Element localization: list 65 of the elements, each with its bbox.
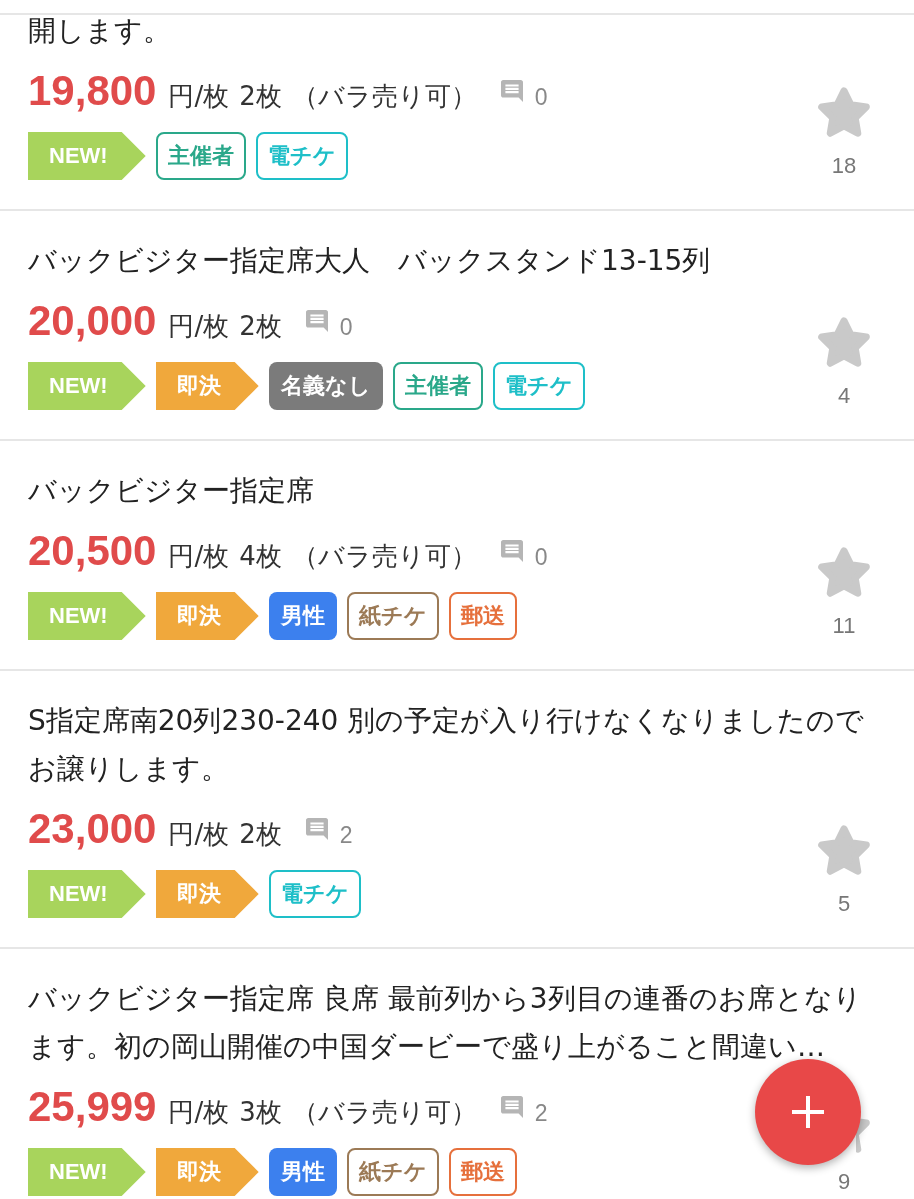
- favorite-count: 18: [831, 153, 857, 179]
- listing-tag: NEW!: [28, 592, 146, 640]
- listing-title: バックビジター指定席大人 バックスタンド13-15列: [28, 243, 711, 279]
- comment-icon: [500, 80, 523, 102]
- ticket-quantity: 2枚: [239, 818, 282, 851]
- listing-tag: NEW!: [28, 1148, 146, 1196]
- plus-icon: [792, 1096, 824, 1128]
- split-sale-note: （バラ売り可）: [291, 1096, 477, 1129]
- ticket-quantity: 2枚: [239, 310, 282, 343]
- favorite-count: 4: [837, 383, 851, 409]
- comment-count: 2: [339, 822, 353, 849]
- listing-tag: NEW!: [28, 870, 146, 918]
- ticket-quantity: 4枚: [239, 540, 282, 573]
- listing-title: 開します。: [28, 13, 171, 49]
- comment-icon: [305, 818, 328, 840]
- star-icon[interactable]: [818, 317, 870, 367]
- ticket-quantity: 3枚: [239, 1096, 282, 1129]
- listing-tag: 主催者: [155, 132, 246, 180]
- listing-tag: 紙チケ: [346, 1148, 439, 1196]
- price-unit: 円/枚: [168, 80, 230, 113]
- listing-tag: 男性: [268, 1148, 337, 1196]
- favorite-count: 5: [837, 891, 851, 917]
- comment-icon: [500, 1096, 523, 1118]
- ticket-price: 23,000: [28, 805, 157, 853]
- listing-title: S指定席南20列230-240 別の予定が入り行けなくなりましたので お譲りします。: [28, 703, 865, 787]
- ticket-price: 25,999: [28, 1083, 157, 1131]
- comment-icon: [500, 540, 523, 562]
- listing-tag: 主催者: [392, 362, 483, 410]
- listing-tag: 男性: [268, 592, 337, 640]
- comment-count: 0: [534, 84, 548, 111]
- listing-tag: 即決: [155, 1148, 259, 1196]
- listing-tag: 紙チケ: [346, 592, 439, 640]
- listing-title: バックビジター指定席 良席 最前列から3列目の連番のお席となり ます。初の岡山開催の中国ダービーで盛り上がること間違い…: [28, 981, 862, 1065]
- comment-count: 0: [339, 314, 353, 341]
- ticket-price: 20,000: [28, 297, 157, 345]
- split-sale-note: （バラ売り可）: [291, 540, 477, 573]
- price-unit: 円/枚: [168, 310, 230, 343]
- listing-tag: 即決: [155, 870, 259, 918]
- ticket-price: 19,800: [28, 67, 157, 115]
- favorite-count: 11: [832, 613, 856, 639]
- ticket-quantity: 2枚: [239, 80, 282, 113]
- add-button[interactable]: [755, 1059, 861, 1165]
- listing-tag: 電チケ: [268, 870, 361, 918]
- price-unit: 円/枚: [168, 540, 230, 573]
- listing-tag: 電チケ: [492, 362, 585, 410]
- star-icon[interactable]: [818, 825, 870, 875]
- listing-tag: 電チケ: [255, 132, 348, 180]
- star-icon[interactable]: [818, 547, 870, 597]
- listing-tag: 即決: [155, 592, 259, 640]
- listing-title: バックビジター指定席: [28, 473, 314, 509]
- comment-count: 2: [534, 1100, 548, 1127]
- ticket-price: 20,500: [28, 527, 157, 575]
- listing-tag: NEW!: [28, 362, 146, 410]
- comment-count: 0: [534, 544, 548, 571]
- listing-tag: 郵送: [448, 1148, 517, 1196]
- price-unit: 円/枚: [168, 1096, 230, 1129]
- split-sale-note: （バラ売り可）: [291, 80, 477, 113]
- listing-tag: NEW!: [28, 132, 146, 180]
- listing-tag: 郵送: [448, 592, 517, 640]
- listing-tag: 名義なし: [268, 362, 383, 410]
- comment-icon: [305, 310, 328, 332]
- favorite-count: 9: [837, 1169, 851, 1195]
- listing-tag: 即決: [155, 362, 259, 410]
- price-unit: 円/枚: [168, 818, 230, 851]
- star-icon[interactable]: [818, 87, 870, 137]
